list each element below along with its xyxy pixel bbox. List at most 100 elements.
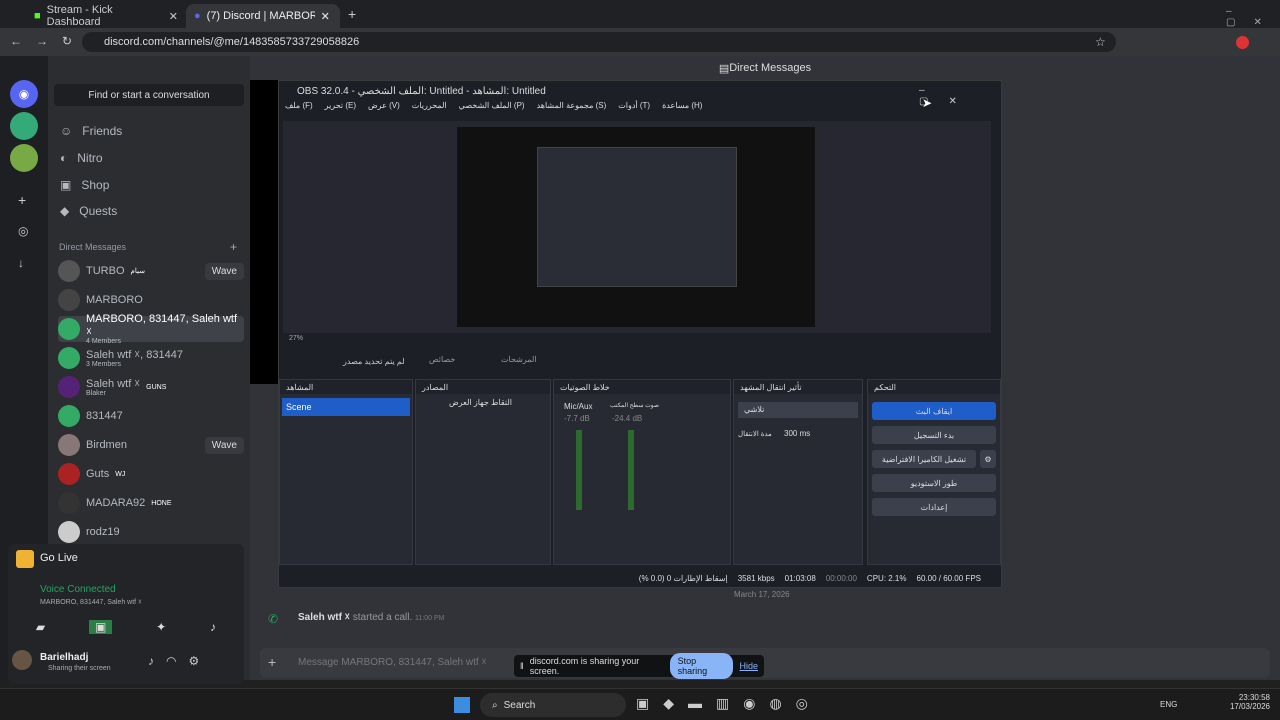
- add-dm-icon[interactable]: +: [230, 240, 237, 254]
- nav-buttons[interactable]: ←→↻: [10, 34, 86, 48]
- call-message: Saleh wtf ☓ started a call. 11:00 PM: [298, 612, 445, 623]
- menu-item[interactable]: ملف (F): [285, 101, 313, 117]
- avatar: [58, 318, 80, 340]
- server-icon[interactable]: [10, 112, 38, 140]
- download-icon[interactable]: ↓: [18, 256, 24, 270]
- properties-button[interactable]: خصائص: [429, 355, 455, 364]
- tab-label: Stream - Kick Dashboard: [46, 4, 113, 28]
- scene-item[interactable]: Scene: [282, 398, 410, 416]
- menu-item[interactable]: مساعدة (H): [662, 101, 702, 117]
- dock-title: التحكم: [868, 380, 1000, 394]
- dm-item[interactable]: Saleh wtf ☓, 831447 3 Members: [58, 345, 244, 371]
- menu-item[interactable]: تحرير (E): [325, 101, 356, 117]
- bookmark-icon[interactable]: ☆: [1095, 35, 1106, 49]
- window-controls[interactable]: –▢✕: [1226, 6, 1280, 28]
- search-icon: ⌕: [492, 699, 498, 711]
- controls-dock: التحكم ايقاف البث بدء التسجيل تشغيل الكا…: [867, 379, 1001, 565]
- search-label: Search: [503, 699, 536, 711]
- virtual-camera-button[interactable]: تشغيل الكاميرا الافتراضية: [872, 450, 976, 468]
- dm-item[interactable]: MADARA92 HONE: [58, 490, 244, 516]
- tab-kick[interactable]: ■ Stream - Kick Dashboard ✕: [26, 4, 186, 28]
- no-source-label: لم يتم تحديد مصدر: [343, 357, 405, 366]
- browser-tab-bar: ■ Stream - Kick Dashboard ✕ ● (7) Discord |…: [0, 0, 1280, 28]
- add-server-icon[interactable]: +: [18, 192, 26, 208]
- url-text: discord.com/channels/@me/148358573372905…: [104, 36, 360, 48]
- avatar: [58, 434, 80, 456]
- stop-sharing-button[interactable]: Stop sharing: [669, 653, 734, 679]
- duration-input[interactable]: 300 ms: [778, 426, 858, 442]
- menu-item[interactable]: الملف الشخصي (P): [459, 101, 525, 117]
- stream-time: 01:03:08: [784, 573, 816, 583]
- nav-shop[interactable]: ▣ Shop: [60, 178, 109, 192]
- pinned-apps[interactable]: ▣◆▬▥◉◍◎: [636, 695, 822, 712]
- avatar[interactable]: [12, 650, 32, 670]
- close-icon[interactable]: ✕: [169, 10, 178, 23]
- message-input[interactable]: + Message MARBORO, 831447, Saleh wtf ☓: [260, 648, 1270, 678]
- soundboard-icon[interactable]: ♪: [210, 620, 216, 634]
- filters-button[interactable]: المرشحات: [501, 355, 537, 364]
- gear-icon[interactable]: ⚙: [980, 450, 996, 468]
- add-attachment-icon[interactable]: +: [268, 654, 276, 670]
- zoom-level[interactable]: 27%: [289, 335, 303, 342]
- clan-tag: WJ: [115, 470, 126, 478]
- call-user[interactable]: Saleh wtf ☓: [298, 612, 350, 623]
- mic-meter: [576, 430, 582, 510]
- screen-share-icon[interactable]: ▣: [88, 620, 113, 634]
- server-icon[interactable]: [10, 144, 38, 172]
- clock[interactable]: 23:30:58 17/03/2026: [1226, 693, 1270, 711]
- avatar: [58, 289, 80, 311]
- phone-icon: ✆: [268, 612, 279, 626]
- dm-sub: Blaker: [86, 390, 106, 397]
- dm-header: Direct Messages: [59, 242, 127, 252]
- dm-text: 831447: [86, 410, 123, 422]
- explore-icon[interactable]: ◎: [18, 224, 28, 238]
- dm-item[interactable]: MARBORO, 831447, Saleh wtf ☓ 4 Members: [58, 313, 244, 345]
- settings-button[interactable]: إعدادات: [872, 498, 996, 516]
- start-icon[interactable]: [454, 697, 470, 713]
- transition-select[interactable]: تلاشي: [738, 402, 858, 418]
- close-icon[interactable]: ✕: [321, 10, 330, 23]
- dm-item[interactable]: MARBORO: [58, 287, 244, 313]
- start-recording-button[interactable]: بدء التسجيل: [872, 426, 996, 444]
- wave-button[interactable]: Wave: [204, 436, 244, 454]
- menu-item[interactable]: مجموعة المشاهد (S): [537, 101, 607, 117]
- obs-preview[interactable]: [283, 121, 991, 333]
- wave-button[interactable]: Wave: [204, 262, 244, 280]
- camera-off-icon[interactable]: ▰: [36, 620, 45, 634]
- dm-item[interactable]: Birdmen Wave: [58, 432, 244, 458]
- new-tab-button[interactable]: +: [348, 6, 356, 22]
- hide-button[interactable]: Hide: [739, 661, 758, 671]
- tab-discord[interactable]: ● (7) Discord | MARBORO, 831447, Saleh wt…: [186, 4, 340, 28]
- voice-channel[interactable]: MARBORO, 831447, Saleh wtf ☓: [40, 598, 142, 606]
- nav-label: Shop: [81, 178, 110, 192]
- discord-home-icon[interactable]: ◉: [10, 80, 38, 108]
- dm-item[interactable]: Saleh wtf ☓ Blaker GUNS: [58, 374, 244, 400]
- mic-headset-settings-icons[interactable]: ♪◠⚙: [148, 654, 211, 668]
- taskbar-search[interactable]: ⌕ Search: [480, 693, 626, 717]
- avatar: [58, 521, 80, 543]
- dm-name: MARBORO: [86, 294, 143, 306]
- menu-item[interactable]: المحرريات: [412, 101, 447, 117]
- studio-mode-button[interactable]: طور الاستوديو: [872, 474, 996, 492]
- nav-nitro[interactable]: ◐ Nitro: [60, 151, 103, 165]
- dm-item[interactable]: Guts WJ: [58, 461, 244, 487]
- find-conversation-button[interactable]: Find or start a conversation: [54, 84, 244, 106]
- avatar: [58, 463, 80, 485]
- date-separator: March 17, 2026: [734, 590, 790, 599]
- dm-item[interactable]: rodz19: [58, 519, 244, 545]
- stop-stream-button[interactable]: ايقاف البث: [872, 402, 996, 420]
- menu-item[interactable]: أدوات (T): [618, 101, 650, 117]
- language-indicator[interactable]: ENG: [1160, 700, 1177, 709]
- url-input[interactable]: discord.com/channels/@me/148358573372905…: [82, 32, 1116, 52]
- menu-item[interactable]: عرض (V): [368, 101, 400, 117]
- source-item[interactable]: التقاط جهاز العرض: [424, 398, 542, 407]
- go-live-label[interactable]: Go Live: [40, 552, 78, 564]
- nav-quests[interactable]: ◆ Quests: [60, 204, 117, 218]
- dm-item[interactable]: TURBO سيام Wave: [58, 258, 244, 284]
- dm-name: MADARA92: [86, 497, 146, 509]
- call-time: 11:00 PM: [415, 615, 445, 622]
- dm-item[interactable]: 831447: [58, 403, 244, 429]
- activity-icon[interactable]: ✦: [156, 620, 166, 634]
- nav-friends[interactable]: ☺ Friends: [60, 124, 122, 138]
- avatar[interactable]: [1236, 36, 1249, 49]
